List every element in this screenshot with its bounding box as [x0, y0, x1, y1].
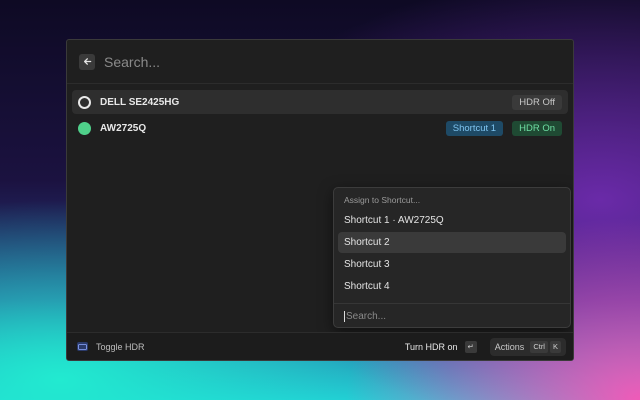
- arrow-left-icon: [83, 58, 91, 65]
- primary-action-button[interactable]: Turn HDR on: [405, 342, 458, 352]
- dropdown-search-placeholder: Search...: [346, 311, 387, 322]
- hdr-off-badge: HDR Off: [512, 94, 562, 110]
- k-key: K: [549, 340, 561, 353]
- shortcut-option-2[interactable]: Shortcut 2: [338, 232, 566, 253]
- text-caret: [344, 311, 345, 322]
- list-item-aw2725q[interactable]: AW2725Q Shortcut 1 HDR On: [72, 116, 568, 140]
- shortcut-option-3[interactable]: Shortcut 3: [338, 254, 566, 275]
- actions-label: Actions: [494, 341, 525, 352]
- hdr-off-status-icon: [78, 95, 91, 109]
- shortcut-option-4[interactable]: Shortcut 4: [338, 276, 566, 297]
- extension-title: Toggle HDR: [96, 341, 145, 352]
- search-input[interactable]: Search...: [104, 54, 160, 70]
- return-key-icon: ↵: [464, 340, 477, 353]
- dropdown-search-input[interactable]: Search...: [334, 304, 570, 329]
- display-icon: [77, 342, 88, 351]
- shortcut-option-1[interactable]: Shortcut 1 · AW2725Q: [338, 210, 566, 231]
- hdr-on-status-icon: [78, 121, 91, 135]
- back-button[interactable]: [79, 53, 95, 70]
- dropdown-header: Assign to Shortcut...: [344, 195, 421, 205]
- assign-shortcut-dropdown: Assign to Shortcut... Shortcut 1 · AW272…: [333, 187, 571, 328]
- shortcut-badge: Shortcut 1: [445, 120, 504, 136]
- actions-button[interactable]: Actions Ctrl K: [489, 337, 566, 356]
- search-bar: Search...: [67, 40, 573, 84]
- display-list: DELL SE2425HG HDR Off AW2725Q Shortcut 1…: [67, 84, 573, 148]
- display-name: AW2725Q: [100, 122, 147, 134]
- action-bar: Toggle HDR Turn HDR on ↵ Actions Ctrl K: [67, 332, 573, 360]
- list-item-dell[interactable]: DELL SE2425HG HDR Off: [72, 90, 568, 114]
- command-palette-window: Search... DELL SE2425HG HDR Off AW2725Q …: [66, 39, 574, 361]
- ctrl-key: Ctrl: [530, 340, 548, 353]
- display-name: DELL SE2425HG: [100, 96, 180, 108]
- hdr-on-badge: HDR On: [512, 120, 562, 136]
